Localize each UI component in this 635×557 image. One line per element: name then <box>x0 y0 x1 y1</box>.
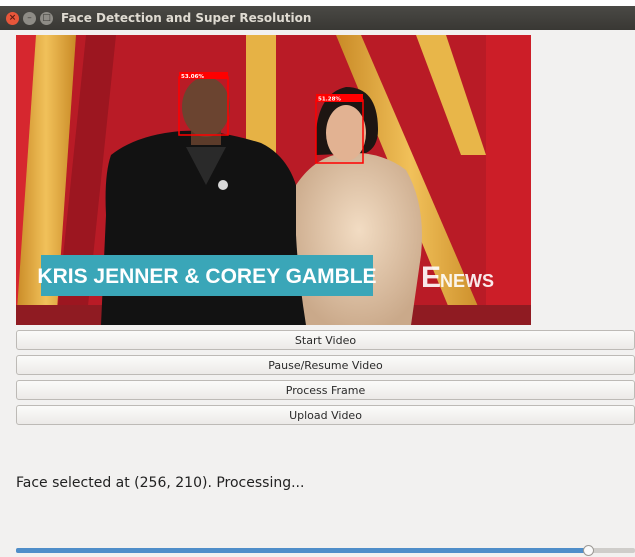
upload-video-button[interactable]: Upload Video <box>16 405 635 425</box>
video-frame[interactable]: 53.06% 51.28% KRIS JENNER & COREY GAMBLE… <box>16 35 531 325</box>
detection-label: 53.06% <box>181 74 204 80</box>
minimize-window-icon[interactable]: – <box>23 11 36 25</box>
video-frame-image: 53.06% 51.28% KRIS JENNER & COREY GAMBLE… <box>16 35 531 325</box>
window-title: Face Detection and Super Resolution <box>61 11 312 25</box>
enews-news-logo: NEWS <box>440 271 494 291</box>
start-video-button[interactable]: Start Video <box>16 330 635 350</box>
slider-handle[interactable] <box>582 545 594 556</box>
name-banner-text: KRIS JENNER & COREY GAMBLE <box>37 265 376 288</box>
window-titlebar[interactable]: × – □ Face Detection and Super Resolutio… <box>0 6 635 30</box>
main-window: 53.06% 51.28% KRIS JENNER & COREY GAMBLE… <box>0 30 635 557</box>
status-label: Face selected at (256, 210). Processing.… <box>16 475 305 491</box>
pause-resume-video-button[interactable]: Pause/Resume Video <box>16 355 635 375</box>
maximize-window-icon[interactable]: □ <box>40 11 53 25</box>
person-right-dress <box>296 152 422 325</box>
window-controls: × – □ <box>6 11 53 25</box>
lapel-pin <box>218 180 228 190</box>
close-window-icon[interactable]: × <box>6 11 19 25</box>
progress-fill <box>16 548 589 553</box>
person-left-face <box>182 77 230 137</box>
process-frame-button[interactable]: Process Frame <box>16 380 635 400</box>
detection-label: 51.28% <box>318 97 341 103</box>
progress-slider[interactable] <box>16 545 635 556</box>
enews-e-logo: E <box>421 261 441 294</box>
person-right-face <box>326 105 366 161</box>
